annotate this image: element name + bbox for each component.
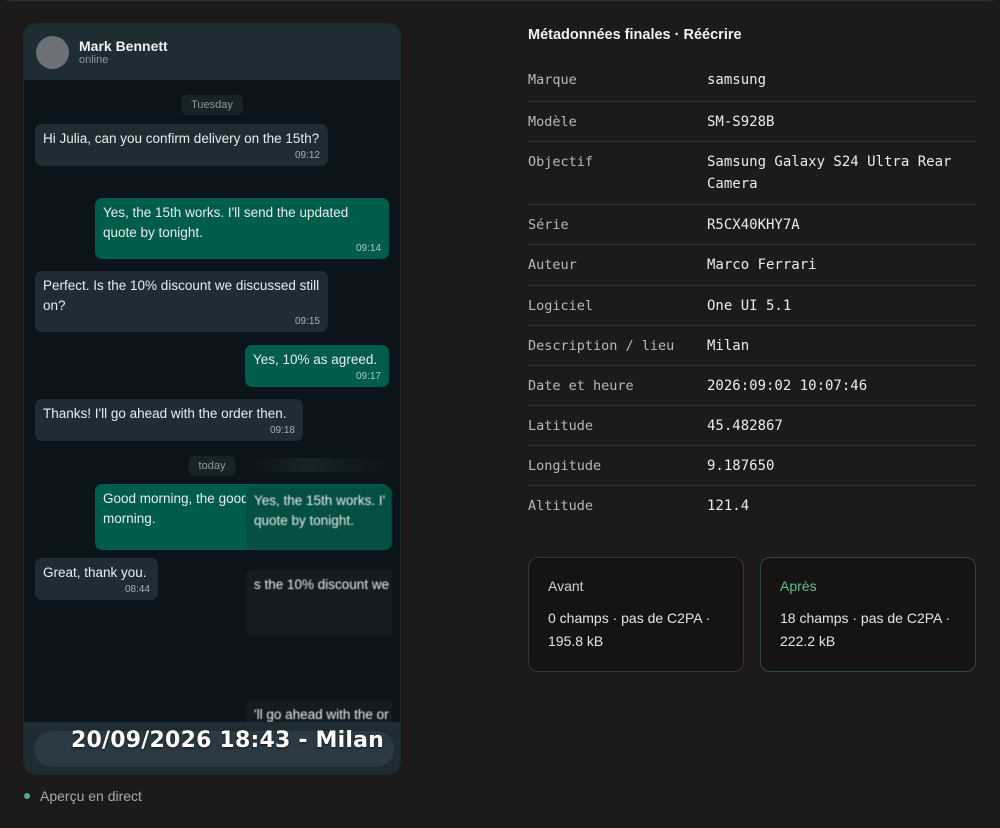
metadata-value[interactable]: Milan <box>707 326 976 365</box>
message-time: 09:17 <box>355 370 381 382</box>
ghost-text: s the 10% discount we <box>254 577 390 592</box>
timestamp-overlay: 20/09/2026 18:43 - Milan <box>71 728 384 753</box>
contact-name: Mark Bennett <box>79 37 168 54</box>
before-body: 0 champs · pas de C2PA · 195.8 kB <box>548 610 711 649</box>
metadata-value[interactable]: 2026:09:02 10:07:46 <box>707 366 976 405</box>
metadata-value[interactable]: 9.187650 <box>707 446 976 485</box>
message-bubble: Thanks! I'll go ahead with the order the… <box>35 399 303 441</box>
before-summary-card: Avant 0 champs · pas de C2PA · 195.8 kB <box>528 557 744 672</box>
metadata-key: Logiciel <box>528 298 594 314</box>
message-time: 08:44 <box>124 583 150 595</box>
metadata-value[interactable]: samsung <box>707 60 976 101</box>
metadata-key: Longitude <box>528 458 602 474</box>
metadata-value[interactable]: Samsung Galaxy S24 Ultra Rear Camera <box>707 142 976 204</box>
metadata-row: Latitude 45.482867 <box>528 406 976 446</box>
metadata-row: Description / lieu Milan <box>528 326 976 366</box>
metadata-key: Auteur <box>528 257 577 273</box>
status-dot-icon <box>24 793 30 799</box>
message-text: Great, thank you. <box>43 565 147 580</box>
metadata-value[interactable]: 45.482867 <box>707 406 976 445</box>
message-time: 09:15 <box>294 316 320 327</box>
metadata-key: Objectif <box>528 154 594 170</box>
message-text: Yes, the 15th works. I'll send the updat… <box>103 205 349 240</box>
message-bubble: Hi Julia, can you confirm delivery on th… <box>35 124 328 166</box>
ghost-text: Yes, the 15th works. I' <box>254 493 386 508</box>
avatar <box>36 35 69 69</box>
metadata-table: Marque samsung Modèle SM-S928B Objectif … <box>528 60 976 526</box>
after-summary-card: Après 18 champs · pas de C2PA · 222.2 kB <box>760 557 976 672</box>
ghost-bubble: 'll go ahead with the or <box>246 700 392 724</box>
metadata-row: Marque samsung <box>528 60 976 102</box>
metadata-value[interactable]: SM-S928B <box>707 102 976 141</box>
ghost-overlay: 'll go ahead with the or <box>246 700 392 724</box>
metadata-key: Latitude <box>528 418 594 434</box>
live-preview-text: Aperçu en direct <box>40 788 142 804</box>
after-title: Après <box>780 578 817 594</box>
message-text: Yes, 10% as agreed. <box>253 352 378 367</box>
message-bubble: Yes, the 15th works. I'll send the updat… <box>95 198 389 259</box>
metadata-row: Longitude 9.187650 <box>528 446 976 486</box>
day-chip-today: today <box>188 456 236 476</box>
metadata-row: Modèle SM-S928B <box>528 102 976 142</box>
ghost-band <box>250 458 390 472</box>
live-preview-label: Aperçu en direct <box>24 788 142 804</box>
ghost-overlay: s the 10% discount we <box>246 570 392 636</box>
metadata-key: Altitude <box>528 498 594 514</box>
ghost-text: quote by tonight. <box>254 512 354 528</box>
metadata-value[interactable]: 121.4 <box>707 486 976 526</box>
metadata-row: Altitude 121.4 <box>528 486 976 526</box>
message-bubble: Perfect. Is the 10% discount we discusse… <box>35 271 328 332</box>
before-title: Avant <box>548 578 584 594</box>
metadata-key: Modèle <box>528 114 577 130</box>
metadata-value[interactable]: One UI 5.1 <box>707 286 976 325</box>
metadata-key: Description / lieu <box>528 338 675 354</box>
metadata-row: Série R5CX40KHY7A <box>528 205 976 245</box>
chat-header: Mark Bennett online <box>24 24 400 80</box>
ghost-bubble: Yes, the 15th works. I' quote by tonight… <box>246 486 392 550</box>
message-text: Thanks! I'll go ahead with the order the… <box>43 406 287 421</box>
message-time: 09:18 <box>269 424 295 436</box>
chat-preview: Mark Bennett online Tuesday Hi Julia, ca… <box>24 24 400 774</box>
metadata-key: Date et heure <box>528 378 634 394</box>
ghost-bubble: s the 10% discount we <box>246 570 392 636</box>
message-bubble: Yes, 10% as agreed. 09:17 <box>245 345 389 387</box>
after-body: 18 champs · pas de C2PA · 222.2 kB <box>780 610 951 649</box>
message-text: Hi Julia, can you confirm delivery on th… <box>43 131 320 146</box>
message-bubble: Great, thank you. 08:44 <box>35 558 158 600</box>
metadata-row: Auteur Marco Ferrari <box>528 245 976 286</box>
contact-status: online <box>79 53 109 66</box>
message-text: Perfect. Is the 10% discount we discusse… <box>43 278 320 313</box>
metadata-value[interactable]: R5CX40KHY7A <box>707 205 976 244</box>
metadata-row: Logiciel One UI 5.1 <box>528 286 976 326</box>
panel-title: Métadonnées finales · Réécrire <box>528 27 742 43</box>
metadata-value[interactable]: Marco Ferrari <box>707 245 976 285</box>
metadata-key: Marque <box>528 72 577 88</box>
day-chip-tuesday: Tuesday <box>181 95 243 115</box>
message-time: 09:14 <box>355 243 381 254</box>
message-time: 09:12 <box>294 149 320 161</box>
metadata-row: Objectif Samsung Galaxy S24 Ultra Rear C… <box>528 142 976 205</box>
metadata-key: Série <box>528 217 569 233</box>
metadata-row: Date et heure 2026:09:02 10:07:46 <box>528 366 976 406</box>
ghost-overlay: Yes, the 15th works. I' quote by tonight… <box>246 486 392 556</box>
